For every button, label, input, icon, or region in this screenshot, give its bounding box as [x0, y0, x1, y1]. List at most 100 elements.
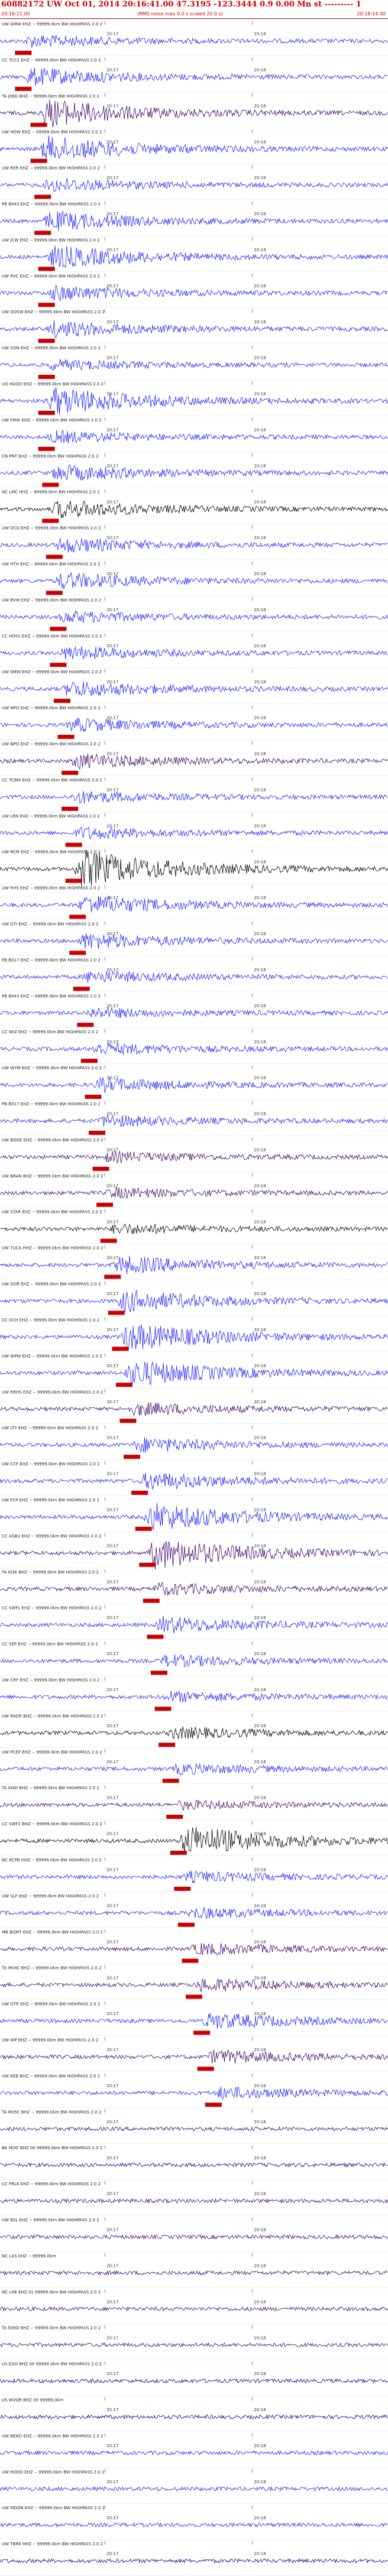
- time-tick-label: 20:17: [106, 2012, 118, 2016]
- station-label: CC OCH EHZ -- 99999.0km BW HIGHPASS 2.0 …: [2, 1318, 99, 1322]
- time-tick-label: 20:17: [106, 1543, 118, 1548]
- waveform-trace: [0, 464, 388, 481]
- time-tick-label: 20:18: [254, 1472, 266, 1477]
- waveform-trace: [0, 933, 388, 949]
- time-tick-label: 20:18: [254, 2552, 266, 2556]
- time-tick-label: 20:18: [254, 572, 266, 576]
- phase-pick-marker: [131, 1490, 148, 1495]
- station-label: UW BRAN BHZ -- 99999.0km BW HIGHPASS 2.0…: [2, 1174, 104, 1179]
- waveform-trace: [0, 285, 388, 302]
- time-tick-label: 20:18: [254, 716, 266, 721]
- phase-pick-marker: [115, 1383, 132, 1387]
- time-tick-label: 20:17: [106, 499, 118, 504]
- time-tick-label: 20:17: [106, 1903, 118, 1908]
- event-title: 60882172 UW Oct 01, 2014 20:16:41.00 47.…: [1, 0, 361, 9]
- station-label: UW BVW EHZ -- 99999.0km BW HIGHPASS 2.0 …: [2, 598, 101, 602]
- time-tick-label: 20:17: [106, 1364, 118, 1368]
- station-label: UW NPO EHZ -- 99999.0km BW HIGHPASS 2.0 …: [2, 706, 101, 710]
- time-tick-label: 20:18: [254, 2335, 266, 2340]
- time-tick-label: 20:18: [254, 1040, 266, 1044]
- time-tick-label: 20:18: [254, 248, 266, 252]
- waveform-trace: [0, 430, 388, 444]
- waveform-trace: [0, 2486, 388, 2492]
- phase-pick-marker: [124, 1455, 141, 1459]
- waveform-trace: [0, 500, 388, 518]
- waveform-trace: [0, 1763, 388, 1776]
- phase-pick-marker: [38, 267, 55, 271]
- time-tick-label: 20:17: [106, 2084, 118, 2088]
- time-tick-label: 20:18: [254, 2480, 266, 2484]
- time-tick-label: 20:17: [106, 1328, 118, 1332]
- waveform-trace: [0, 1870, 388, 1884]
- phase-pick-marker: [193, 2030, 211, 2035]
- time-tick-label: 20:17: [106, 572, 118, 576]
- time-tick-label: 20:18: [254, 1219, 266, 1224]
- station-label: CC PRLK EHZ -- 99999.0km BW HIGHPASS 2.0…: [2, 2182, 101, 2186]
- station-label: NC LHE EHZ 01 99999.0km BW HIGHPASS 2.0 …: [2, 2290, 101, 2295]
- waveform-trace: [0, 1361, 388, 1386]
- phase-pick-marker: [69, 914, 86, 919]
- time-tick-label: 20:17: [106, 2048, 118, 2052]
- waveform-trace: [0, 2522, 388, 2528]
- station-label: UW DOSW EHZ -- 99999.0km BW HIGHPASS 2.0…: [2, 310, 105, 314]
- phase-pick-marker: [38, 446, 55, 451]
- waveform-trace: [0, 178, 388, 192]
- time-tick-label: 20:17: [106, 752, 118, 757]
- time-tick-label: 20:18: [254, 968, 266, 972]
- time-tick-label: 20:18: [254, 608, 266, 612]
- time-tick-label: 20:17: [106, 1004, 118, 1008]
- phase-pick-marker: [65, 878, 82, 883]
- phase-pick-marker: [135, 1526, 152, 1531]
- waveform-trace: [0, 1472, 388, 1490]
- station-label: CC WIZ EHZ -- 99999.0km BW HIGHPASS 2.0 …: [2, 1030, 98, 1034]
- phase-pick-marker: [186, 1994, 202, 1999]
- waveform-trace: [0, 850, 388, 887]
- waveform-trace: [0, 753, 388, 770]
- station-label: UW GOR EHZ -- 99999.0km BW HIGHPASS 2.0 …: [2, 1282, 101, 1287]
- phase-pick-marker: [62, 806, 79, 811]
- time-tick-label: 20:17: [106, 896, 118, 900]
- time-tick-label: 20:17: [106, 2299, 118, 2304]
- time-tick-label: 20:17: [106, 1219, 118, 1224]
- waveform-trace: [0, 387, 388, 415]
- time-tick-label: 20:17: [106, 139, 118, 144]
- time-tick-label: 20:18: [254, 1868, 266, 1873]
- waveform-trace: [0, 826, 388, 840]
- time-tick-label: 20:17: [106, 103, 118, 108]
- time-tick-label: 20:18: [254, 788, 266, 793]
- time-tick-label: 20:17: [106, 2444, 118, 2448]
- time-tick-label: 20:18: [254, 67, 266, 72]
- waveform-trace: [0, 2414, 388, 2420]
- time-tick-label: 20:17: [106, 968, 118, 972]
- time-tick-label: 20:18: [254, 859, 266, 864]
- waveform-trace: [0, 1654, 388, 1667]
- time-tick-label: 20:18: [254, 1832, 266, 1837]
- station-label: UW FCP EHZ -- 99999.0km BW HIGHPASS 2.0 …: [2, 1498, 99, 1503]
- station-label: UW BEND EHZ -- 99999.0km BW HIGHPASS 2.0…: [2, 2434, 104, 2438]
- time-tick-label: 20:18: [254, 1796, 266, 1800]
- phase-pick-marker: [15, 50, 32, 55]
- time-tick-label: 20:17: [106, 392, 118, 397]
- phase-pick-marker: [159, 1743, 176, 1747]
- station-label: UW HOOD EHZ -- 99999.0km BW HIGHPASS 2.0…: [2, 2470, 104, 2474]
- phase-pick-marker: [42, 518, 59, 523]
- station-label: UO HOOD EHZ -- 99999.0km BW HIGHPASS 2.0…: [2, 382, 104, 387]
- time-tick-label: 20:17: [106, 1112, 118, 1117]
- time-tick-label: 20:18: [254, 644, 266, 648]
- waveform-trace: [0, 135, 388, 159]
- station-label: UW RCM EHZ -- 99999.0km BW HIGHPASS 2.0 …: [2, 850, 101, 855]
- station-label: UW LRN EHZ -- 99999.0km BW HIGHPASS 2.0 …: [2, 814, 100, 819]
- phase-pick-marker: [170, 1850, 187, 1855]
- time-tick-label: 20:18: [254, 2156, 266, 2160]
- phase-pick-marker: [143, 1598, 160, 1603]
- waveform-trace: [0, 1541, 388, 1570]
- phase-pick-marker: [205, 2103, 222, 2107]
- time-tick-label: 20:17: [106, 2192, 118, 2197]
- time-tick-label: 20:17: [106, 1796, 118, 1800]
- time-tick-label: 20:17: [106, 788, 118, 793]
- waveform-trace: [0, 1615, 388, 1633]
- station-label: TA M04C BHZ -- 99999.0km BW HIGHPASS 2.0…: [1, 1966, 101, 1971]
- time-tick-label: 20:17: [106, 1615, 118, 1620]
- waveform-trace: [0, 1799, 388, 1811]
- waveform-trace: [0, 99, 388, 127]
